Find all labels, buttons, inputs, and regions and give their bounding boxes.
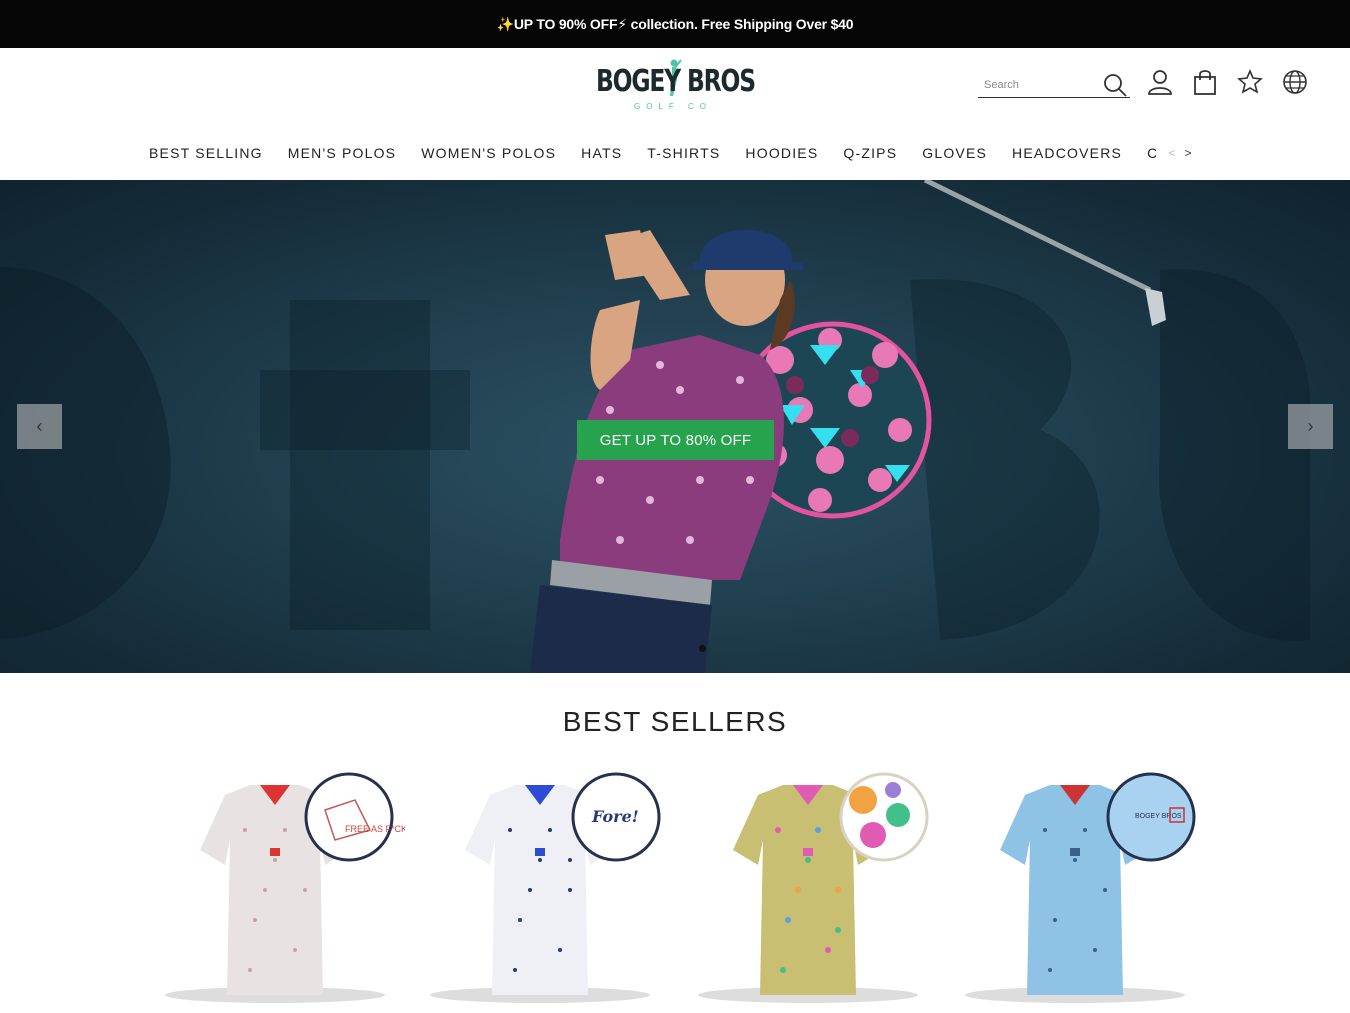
globe-icon[interactable]	[1281, 68, 1309, 96]
account-icon[interactable]	[1146, 68, 1174, 96]
badge-text: FREE AS F*CK	[345, 824, 405, 834]
logo[interactable]: BOGEY BROS GOLF CO	[596, 58, 756, 116]
nav-arrows: < >	[1164, 146, 1196, 160]
product-card[interactable]: BOGEY BROS	[955, 770, 1205, 1013]
rewards-icon[interactable]	[1236, 68, 1264, 96]
product-image: Fore!	[430, 772, 661, 1003]
badge-text: Fore!	[591, 807, 639, 826]
nav-item-gloves[interactable]: GLOVES	[922, 132, 987, 174]
cart-icon[interactable]	[1191, 68, 1219, 96]
hero-banner: ‹ › GET UP TO 80% OFF	[0, 180, 1350, 673]
product-image: BOGEY BROS	[965, 772, 1196, 1003]
main-nav: BEST SELLING MEN'S POLOS WOMEN'S POLOS HATS…	[0, 132, 1350, 180]
product-card[interactable]: Fore!	[420, 770, 670, 1013]
logo-subtext: GOLF CO	[634, 102, 713, 111]
nav-next-button[interactable]: >	[1180, 146, 1196, 160]
best-sellers-title: BEST SELLERS	[562, 706, 788, 737]
hero-cta-button[interactable]: GET UP TO 80% OFF	[577, 420, 774, 460]
nav-item-t-shirts[interactable]: T-SHIRTS	[647, 132, 720, 174]
search-input[interactable]	[984, 76, 1094, 94]
logo-text: BOGEY BROS	[596, 64, 756, 99]
nav-item-headcovers[interactable]: HEADCOVERS	[1012, 132, 1122, 174]
hero-pagination	[696, 639, 709, 657]
nav-items: BEST SELLING MEN'S POLOS WOMEN'S POLOS HATS…	[149, 132, 1156, 180]
product-image	[698, 772, 929, 1003]
badge-text: BOGEY BROS	[1135, 813, 1182, 820]
nav-item-hats[interactable]: HATS	[581, 132, 622, 174]
announcement-bar[interactable]: ✨UP TO 90% OFF⚡ collection. Free Shippin…	[0, 0, 1350, 48]
nav-prev-button[interactable]: <	[1164, 146, 1180, 160]
nav-item-hoodies[interactable]: HOODIES	[745, 132, 818, 174]
product-image: FREE AS F*CK	[165, 772, 405, 1003]
nav-item-womens-polos[interactable]: WOMEN'S POLOS	[421, 132, 556, 174]
nav-item-best-selling[interactable]: BEST SELLING	[149, 132, 263, 174]
product-card[interactable]	[688, 770, 938, 1013]
site-header: BOGEY BROS GOLF CO	[0, 48, 1350, 132]
hero-dot[interactable]	[699, 645, 706, 652]
announcement-text: ✨UP TO 90% OFF⚡ collection. Free Shippin…	[496, 15, 854, 32]
nav-item-mens-polos[interactable]: MEN'S POLOS	[288, 132, 396, 174]
nav-item-q-zips[interactable]: Q-ZIPS	[843, 132, 897, 174]
hero-prev-button[interactable]: ‹	[17, 404, 62, 449]
product-card[interactable]: FREE AS F*CK	[155, 770, 405, 1013]
nav-item-can-sleeves[interactable]: CAN SLEEVES	[1147, 132, 1156, 174]
search-icon[interactable]	[1102, 72, 1128, 98]
search-box	[978, 70, 1130, 98]
hero-next-button[interactable]: ›	[1288, 404, 1333, 449]
